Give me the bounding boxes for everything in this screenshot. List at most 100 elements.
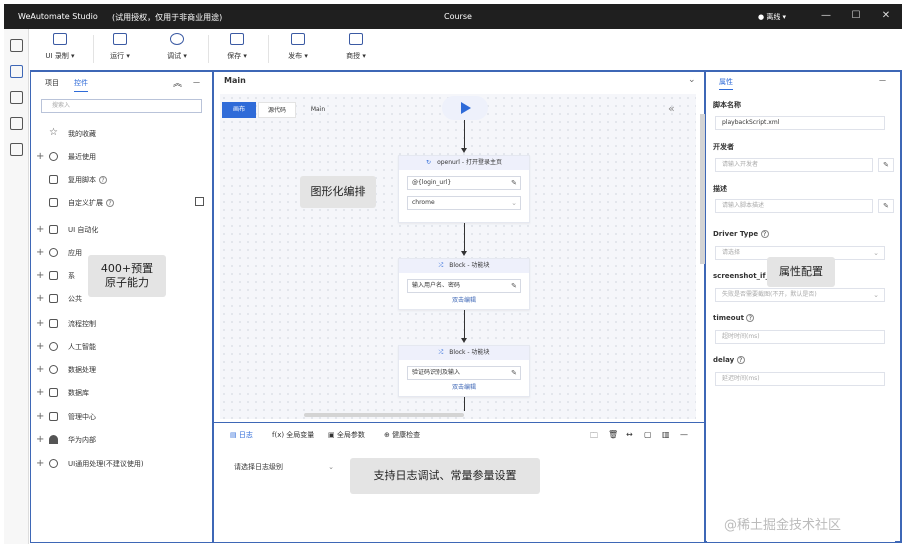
- expand-icon[interactable]: +: [36, 364, 44, 375]
- tab-log[interactable]: ▤ 日志: [230, 430, 253, 440]
- record-button[interactable]: UI 录制 ▾: [40, 33, 80, 61]
- node-block-login[interactable]: ⤮ Block - 功能块 输入用户名、密码 ✎ 双击编辑: [398, 258, 530, 310]
- edit-pencil-icon[interactable]: ✎: [511, 367, 517, 379]
- expand-icon[interactable]: +: [36, 341, 44, 352]
- log-level-select[interactable]: 请选择日志级别 ⌄: [224, 460, 340, 474]
- collapse-icon[interactable]: «: [668, 102, 675, 115]
- expand-icon[interactable]: +: [36, 151, 44, 162]
- management-icon: [49, 412, 58, 421]
- description-field[interactable]: 请输入脚本描述 ✎: [715, 199, 894, 213]
- close-button[interactable]: ✕: [878, 9, 894, 23]
- panel-menu-icon[interactable]: —: [193, 78, 200, 86]
- vertical-scrollbar[interactable]: [700, 114, 705, 264]
- list-item-favorites[interactable]: ☆ 我的收藏: [31, 126, 212, 144]
- tab-global-vars[interactable]: f(x) 全局变量: [272, 430, 314, 440]
- store-button[interactable]: 商授 ▾: [336, 33, 376, 61]
- store-icon: [349, 33, 363, 45]
- list-item-huawei[interactable]: + 华为内部: [31, 432, 212, 450]
- maximize-button[interactable]: ☐: [848, 9, 864, 23]
- developer-field[interactable]: 请输入开发者 ✎: [715, 158, 894, 172]
- plugin-icon[interactable]: [10, 143, 23, 156]
- start-node[interactable]: [442, 96, 488, 120]
- copy-icon[interactable]: ▢: [644, 430, 652, 439]
- node-field[interactable]: 验证码识别及输入 ✎: [407, 366, 521, 380]
- help-icon[interactable]: ?: [746, 314, 755, 322]
- controls-icon[interactable]: [10, 65, 23, 78]
- list-item-database[interactable]: + 数据库: [31, 385, 212, 403]
- shuffle-icon: ⤮: [438, 262, 444, 269]
- panel-menu-icon[interactable]: —: [879, 76, 886, 84]
- tab-canvas[interactable]: 画布: [222, 102, 256, 118]
- output-panel: ▤ 日志 f(x) 全局变量 ▣ 全局参数 ⊕ 健康检查 🗀 🗑 ↔ ▢ ▥ —…: [214, 424, 704, 542]
- expand-icon[interactable]: +: [36, 458, 44, 469]
- run-button[interactable]: 运行 ▾: [100, 33, 140, 61]
- tab-properties[interactable]: 属性: [719, 77, 733, 90]
- upload-icon[interactable]: [10, 117, 23, 130]
- timeout-field[interactable]: 超时时间(ms): [715, 330, 885, 344]
- publish-button[interactable]: 发布 ▾: [278, 33, 318, 61]
- node-block-captcha[interactable]: ⤮ Block - 功能块 验证码识别及输入 ✎ 双击编辑: [398, 345, 530, 397]
- expand-icon[interactable]: +: [36, 270, 44, 281]
- expand-icon[interactable]: +: [36, 387, 44, 398]
- package-icon[interactable]: [10, 91, 23, 104]
- expand-icon[interactable]: +: [36, 224, 44, 235]
- project-icon[interactable]: [10, 39, 23, 52]
- expand-icon[interactable]: +: [36, 293, 44, 304]
- chevron-down-icon[interactable]: ⌄: [688, 75, 696, 85]
- edit-pencil-icon[interactable]: ✎: [878, 199, 894, 213]
- more-icon[interactable]: —: [680, 430, 688, 439]
- tab-health-check[interactable]: ⊕ 健康检查: [384, 430, 420, 440]
- tab-source[interactable]: 源代码: [258, 102, 296, 118]
- connection-status[interactable]: ● 离线 ▾: [758, 12, 786, 22]
- list-item-management[interactable]: + 管理中心: [31, 409, 212, 427]
- node-field[interactable]: 输入用户名、密码 ✎: [407, 279, 521, 293]
- layout-icon[interactable]: ▥: [662, 430, 670, 439]
- list-item-reuse[interactable]: 复用脚本?: [31, 172, 212, 190]
- double-click-edit-link[interactable]: 双击编辑: [399, 382, 529, 391]
- edit-pencil-icon[interactable]: ✎: [878, 158, 894, 172]
- edit-pencil-icon[interactable]: ✎: [511, 177, 517, 189]
- external-link-icon[interactable]: [195, 197, 204, 206]
- screenshot-select[interactable]: 失败是否需要截图(不开，默认是否) ⌄: [715, 288, 885, 302]
- list-item-custom[interactable]: 自定义扩展?: [31, 195, 212, 213]
- node-field[interactable]: @{login_url} ✎: [407, 176, 521, 190]
- feature-callout: 图形化编排: [300, 176, 376, 208]
- list-item-ui-general[interactable]: + UI通用处理(不建议使用): [31, 456, 212, 474]
- delay-field[interactable]: 延迟时间(ms): [715, 372, 885, 386]
- node-select[interactable]: chrome ⌄: [407, 196, 521, 210]
- tab-main[interactable]: Main: [224, 76, 246, 85]
- list-item-recent[interactable]: + 最近使用: [31, 149, 212, 167]
- expand-icon[interactable]: +: [36, 247, 44, 258]
- help-icon[interactable]: ?: [736, 356, 745, 364]
- script-name-field[interactable]: playbackScript.xml: [715, 116, 885, 130]
- node-openurl[interactable]: ↻ openurl - 打开登录主页 @{login_url} ✎ chrome ⌄: [398, 155, 530, 223]
- collapse-icon[interactable]: ︽: [173, 76, 182, 89]
- search-input[interactable]: 搜索入: [41, 99, 202, 113]
- help-icon[interactable]: ?: [106, 199, 114, 207]
- field-placeholder: 请选择: [722, 249, 741, 256]
- minimize-button[interactable]: —: [818, 9, 834, 23]
- delete-icon[interactable]: 🗑: [608, 430, 618, 439]
- expand-icon[interactable]: +: [36, 434, 44, 445]
- tab-project[interactable]: 项目: [45, 78, 59, 88]
- list-item-data[interactable]: + 数据处理: [31, 362, 212, 380]
- tab-controls[interactable]: 控件: [74, 78, 88, 92]
- double-click-edit-link[interactable]: 双击编辑: [399, 295, 529, 304]
- help-icon[interactable]: ?: [99, 176, 107, 184]
- expand-icon[interactable]: +: [36, 411, 44, 422]
- flow-canvas[interactable]: 画布 源代码 Main « ↻ openurl - 打开登录主页 @{login_…: [220, 94, 705, 419]
- list-item-ai[interactable]: + 人工智能: [31, 339, 212, 357]
- debug-button[interactable]: 调试 ▾: [157, 33, 197, 61]
- list-item-ui-automation[interactable]: + UI 自动化: [31, 222, 212, 240]
- open-folder-icon[interactable]: 🗀: [590, 430, 598, 444]
- horizontal-scrollbar[interactable]: [304, 413, 464, 417]
- fit-icon[interactable]: ↔: [626, 430, 633, 439]
- list-item-label: 最近使用: [68, 153, 96, 161]
- expand-icon[interactable]: +: [36, 318, 44, 329]
- tab-global-params[interactable]: ▣ 全局参数: [328, 430, 365, 440]
- tab-main-flow[interactable]: Main: [304, 102, 332, 118]
- help-icon[interactable]: ?: [760, 230, 769, 238]
- save-button[interactable]: 保存 ▾: [217, 33, 257, 61]
- list-item-flow[interactable]: + 流程控制: [31, 316, 212, 334]
- edit-pencil-icon[interactable]: ✎: [511, 280, 517, 292]
